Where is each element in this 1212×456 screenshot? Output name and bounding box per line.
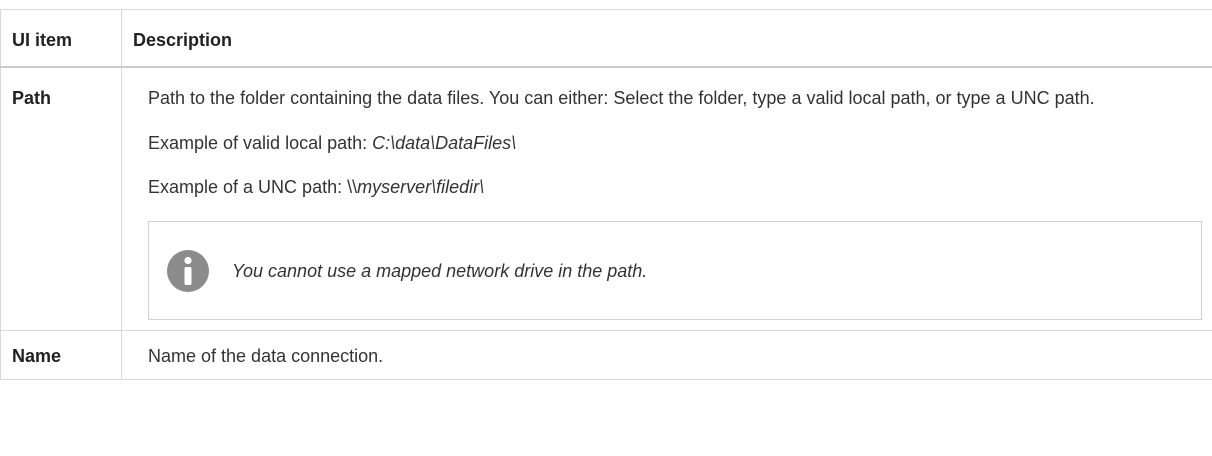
note-text: You cannot use a mapped network drive in…: [232, 260, 648, 281]
item-path: Path: [0, 66, 122, 331]
unc-path-slashes: \\: [347, 177, 358, 197]
unc-path-value: myserver\filedir\: [357, 177, 485, 197]
unc-path-example: Example of a UNC path: \\myserver\filedi…: [148, 172, 1202, 202]
table-header-row: UI item Description: [0, 9, 1212, 68]
header-ui-item: UI item: [0, 9, 122, 68]
path-description-text: Path to the folder containing the data f…: [148, 88, 1095, 108]
header-description: Description: [121, 9, 1212, 68]
local-path-value: C:\data\DataFiles\: [372, 133, 517, 153]
table-row-path: Path Path to the folder containing the d…: [0, 66, 1212, 331]
note-box: You cannot use a mapped network drive in…: [148, 221, 1202, 320]
local-path-label: Example of valid local path:: [148, 133, 373, 153]
ui-items-table: UI item Description Path Path to the fol…: [0, 9, 1212, 380]
local-path-example: Example of valid local path: C:\data\Dat…: [148, 128, 1202, 158]
table-row-name: Name Name of the data connection.: [0, 330, 1212, 380]
unc-path-label: Example of a UNC path:: [148, 177, 348, 197]
description-name: Name of the data connection.: [121, 330, 1212, 380]
description-path: Path to the folder containing the data f…: [121, 66, 1212, 331]
item-name: Name: [0, 330, 122, 380]
info-icon: [167, 249, 209, 292]
